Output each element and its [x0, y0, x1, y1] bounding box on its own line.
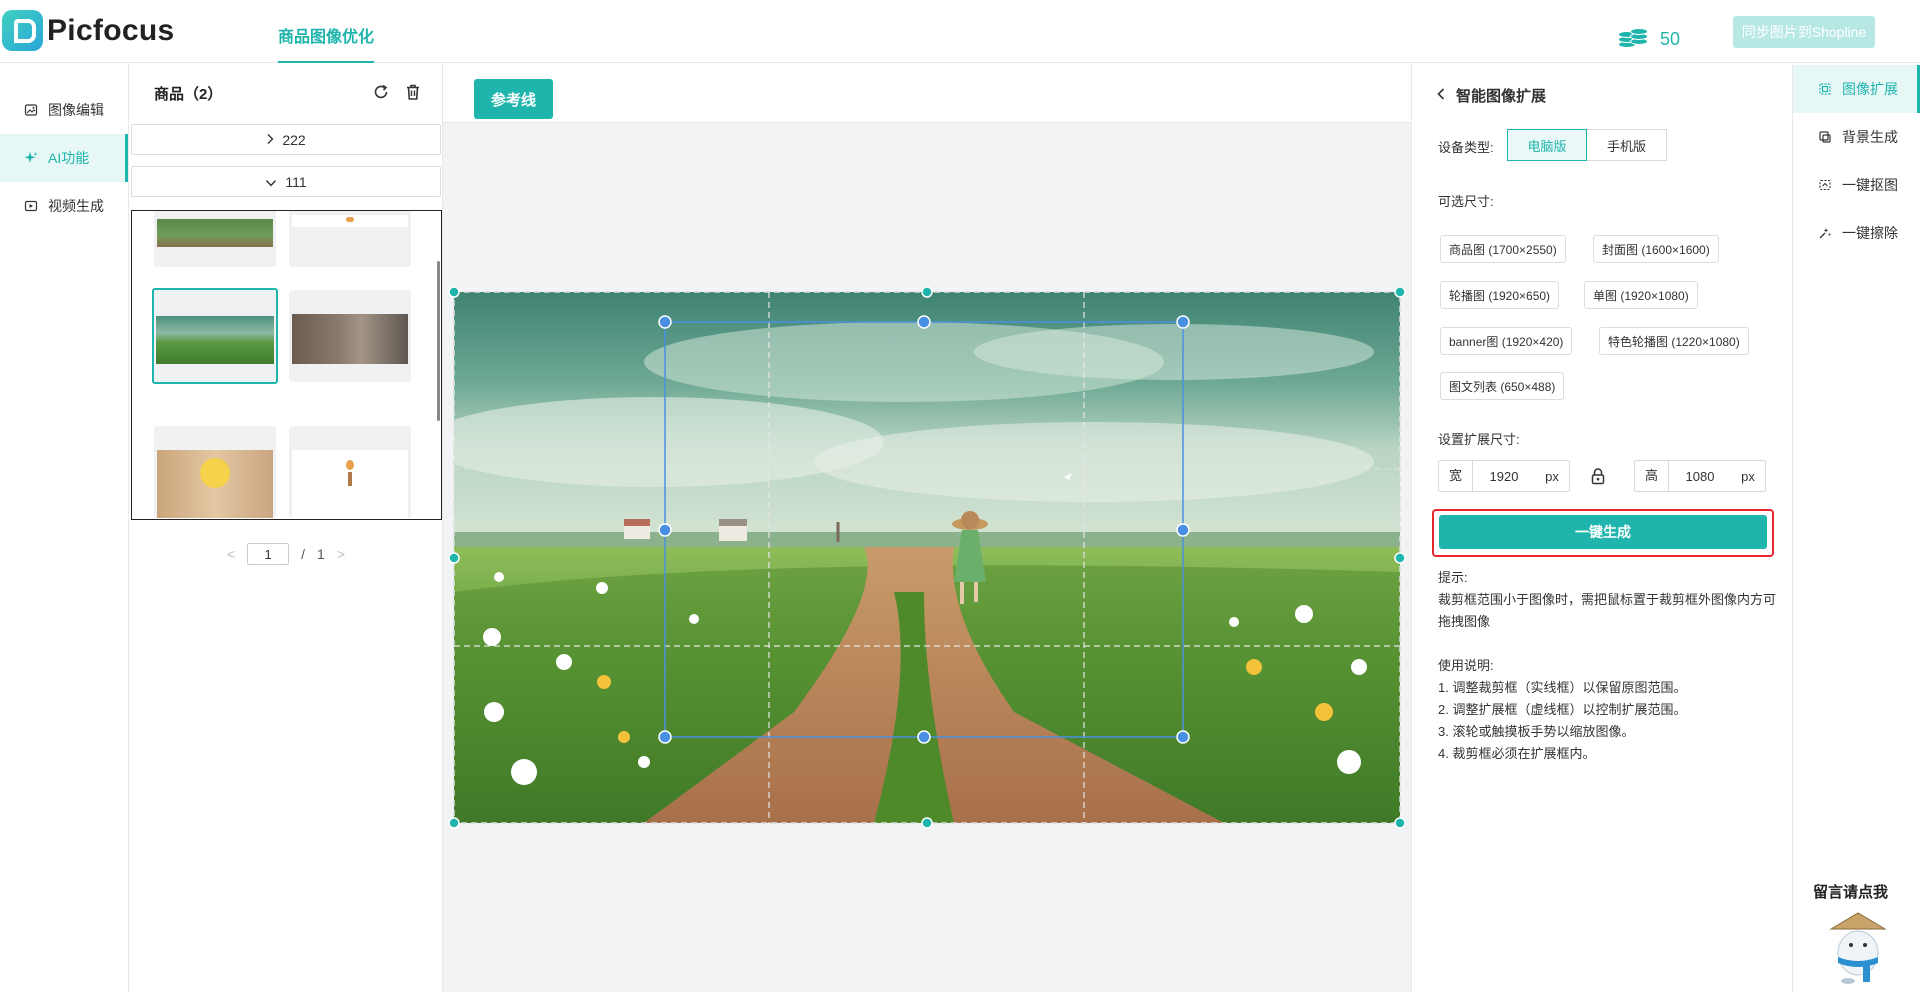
top-header: Picfocus 商品图像优化 50 同步图片到Shopline: [0, 0, 1920, 63]
page-total: 1: [317, 546, 325, 562]
credits-display: 50: [1618, 28, 1680, 50]
tools-sidebar: 图像扩展 背景生成 一键抠图 一键擦除 留言请点我: [1793, 63, 1920, 992]
credits-count: 50: [1660, 28, 1681, 49]
thumbnail-item-selected[interactable]: [152, 288, 278, 384]
image-expand-icon: [1818, 82, 1832, 96]
canvas-toolbar: 参考线: [443, 63, 1411, 123]
usage-item: 3. 滚轮或触摸板手势以缩放图像。: [1438, 724, 1635, 739]
tips-title: 提示:: [1438, 570, 1468, 585]
usage-item: 2. 调整扩展框（虚线框）以控制扩展范围。: [1438, 702, 1687, 717]
lock-icon[interactable]: [1589, 467, 1607, 485]
group-row-expanded[interactable]: 111: [131, 166, 441, 197]
canvas-area: 参考线: [443, 63, 1411, 992]
product-panel: 商品（2） 222 111 < 1 / 1 >: [129, 63, 443, 992]
width-input[interactable]: [1473, 461, 1535, 491]
video-icon: [24, 199, 38, 213]
pagination: < / 1 >: [129, 543, 443, 565]
thumbnail-item[interactable]: [289, 211, 411, 267]
tool-cutout[interactable]: 一键抠图: [1793, 161, 1920, 209]
logo-text: Picfocus: [47, 13, 175, 47]
coins-icon: [1618, 28, 1650, 50]
tool-label: 背景生成: [1842, 129, 1898, 145]
size-chip[interactable]: banner图 (1920×420): [1440, 327, 1573, 355]
nav-item-image-edit[interactable]: 图像编辑: [0, 86, 128, 134]
prev-page-icon[interactable]: <: [227, 546, 235, 562]
size-chip[interactable]: 单图 (1920×1080): [1584, 281, 1698, 309]
product-panel-header: 商品（2）: [129, 63, 442, 123]
tool-eraser[interactable]: 一键擦除: [1793, 209, 1920, 257]
device-type-label: 设备类型:: [1438, 140, 1494, 155]
thumbnail-item[interactable]: [154, 211, 276, 267]
settings-title: 智能图像扩展: [1436, 85, 1546, 106]
logo-mark-icon: [2, 10, 43, 51]
chevron-right-icon: [266, 132, 274, 148]
trash-icon[interactable]: [404, 83, 422, 105]
background-icon: [1818, 130, 1832, 144]
device-mobile-button[interactable]: 手机版: [1587, 129, 1667, 161]
tool-label: 一键抠图: [1842, 177, 1898, 193]
usage-item: 4. 裁剪框必须在扩展框内。: [1438, 746, 1596, 761]
size-chip[interactable]: 特色轮播图 (1220×1080): [1599, 327, 1749, 355]
generate-button[interactable]: 一键生成: [1439, 515, 1767, 549]
size-chip[interactable]: 封面图 (1600×1600): [1593, 235, 1719, 263]
canvas-image[interactable]: [454, 292, 1400, 823]
next-page-icon[interactable]: >: [337, 546, 345, 562]
settings-title-text: 智能图像扩展: [1456, 88, 1547, 105]
image-edit-icon: [24, 103, 38, 117]
usage-title: 使用说明:: [1438, 658, 1494, 673]
feedback-label[interactable]: 留言请点我: [1813, 881, 1888, 902]
guide-lines-button[interactable]: 参考线: [474, 79, 553, 119]
page-separator: /: [301, 546, 306, 562]
size-options-label: 可选尺寸:: [1438, 194, 1494, 209]
tool-label: 一键擦除: [1842, 225, 1898, 241]
thumbnail-item[interactable]: [154, 426, 276, 518]
mascot-icon[interactable]: [1823, 907, 1893, 987]
sync-shopline-button[interactable]: 同步图片到Shopline: [1733, 16, 1875, 48]
thumbnail-grid[interactable]: [131, 210, 442, 520]
thumbnail-item[interactable]: [289, 426, 411, 518]
tips-text: 裁剪框范围小于图像时，需把鼠标置于裁剪框外图像内方可拖拽图像: [1438, 592, 1777, 629]
tab-product-image-optimize[interactable]: 商品图像优化: [278, 0, 375, 63]
group-label: 111: [285, 173, 307, 190]
product-panel-title: 商品（2）: [154, 85, 223, 103]
device-desktop-button[interactable]: 电脑版: [1507, 129, 1587, 161]
nav-item-ai[interactable]: AI功能: [0, 134, 128, 182]
device-type-toggle: 电脑版 手机版: [1507, 129, 1667, 161]
width-unit: px: [1545, 468, 1559, 484]
chevron-down-icon: [265, 174, 277, 190]
width-field: 宽 px: [1438, 460, 1570, 492]
group-label: 222: [282, 131, 306, 148]
eraser-icon: [1818, 226, 1832, 240]
nav-item-label: 图像编辑: [48, 102, 104, 118]
size-chip[interactable]: 图文列表 (650×488): [1440, 372, 1565, 400]
thumbnail-item[interactable]: [289, 290, 411, 382]
size-chip[interactable]: 轮播图 (1920×650): [1440, 281, 1560, 309]
app-logo[interactable]: Picfocus: [2, 10, 174, 51]
left-nav: 图像编辑 AI功能 视频生成: [0, 63, 129, 992]
size-chip[interactable]: 商品图 (1700×2550): [1440, 235, 1566, 263]
height-prefix: 高: [1635, 461, 1669, 491]
nav-item-label: AI功能: [48, 150, 90, 166]
height-unit: px: [1741, 468, 1755, 484]
height-field: 高 px: [1634, 460, 1766, 492]
group-row-collapsed[interactable]: 222: [131, 124, 441, 155]
tool-label: 图像扩展: [1842, 81, 1898, 97]
sparkle-icon: [24, 151, 38, 165]
settings-panel: 智能图像扩展 设备类型: 电脑版 手机版 可选尺寸: 商品图 (1700×255…: [1411, 63, 1793, 992]
back-icon[interactable]: [1436, 87, 1446, 105]
landscape-image: [454, 292, 1400, 823]
thumbnail-scrollbar[interactable]: [437, 261, 440, 421]
expand-size-label: 设置扩展尺寸:: [1438, 432, 1520, 447]
height-input[interactable]: [1669, 461, 1731, 491]
refresh-icon[interactable]: [372, 83, 390, 105]
width-prefix: 宽: [1439, 461, 1473, 491]
nav-item-label: 视频生成: [48, 198, 104, 214]
page-input[interactable]: [247, 543, 290, 565]
usage-item: 1. 调整裁剪框（实线框）以保留原图范围。: [1438, 680, 1687, 695]
tool-image-expand[interactable]: 图像扩展: [1793, 65, 1920, 113]
tool-background-generate[interactable]: 背景生成: [1793, 113, 1920, 161]
nav-item-video[interactable]: 视频生成: [0, 182, 128, 230]
cutout-icon: [1818, 178, 1832, 192]
